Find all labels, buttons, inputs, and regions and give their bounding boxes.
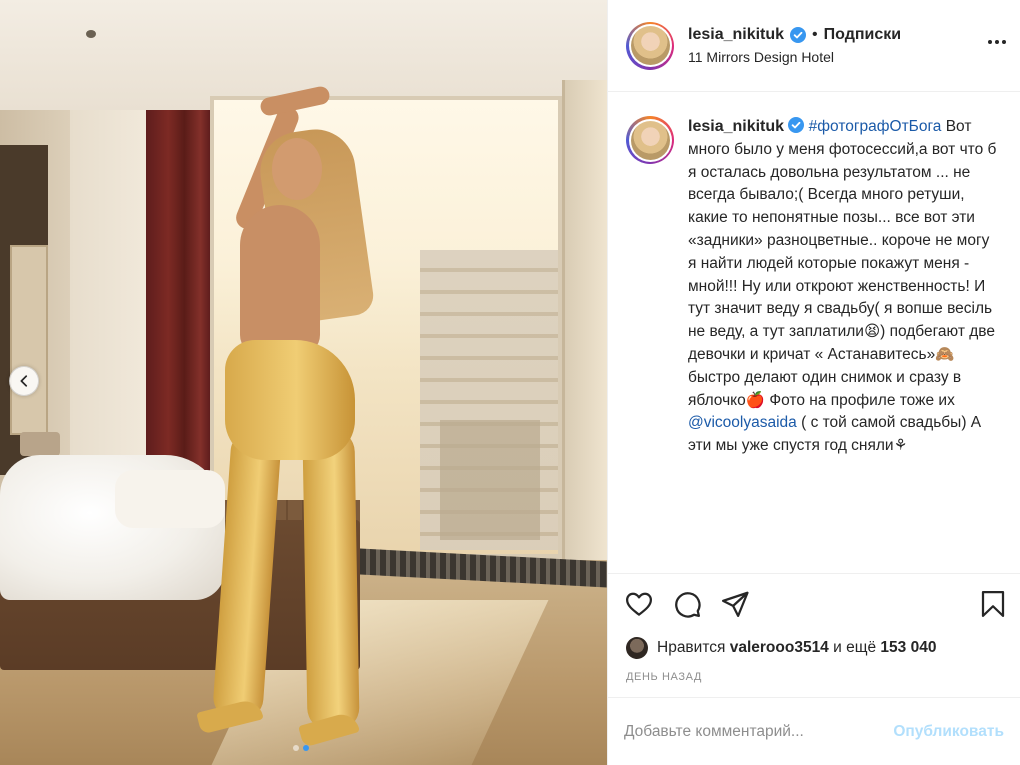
photo-curtain — [146, 110, 210, 480]
header-title-line: lesia_nikituk • Подписки — [688, 26, 901, 44]
photo-mirror — [562, 80, 607, 580]
author-avatar[interactable] — [626, 21, 674, 70]
instagram-post: lesia_nikituk • Подписки 11 Mirrors Desi… — [0, 0, 1020, 765]
header-separator: • — [812, 26, 818, 43]
likes-prefix: Нравится — [657, 639, 726, 656]
avatar-image — [630, 120, 670, 160]
avatar-border — [628, 118, 672, 162]
carousel-indicator — [293, 745, 309, 751]
post-caption: lesia_nikituk #фотографОтБога Вот много … — [688, 116, 998, 573]
post-photo[interactable] — [0, 0, 607, 765]
send-icon[interactable] — [720, 589, 750, 619]
heart-icon[interactable] — [624, 589, 654, 619]
likes-text: Нравится valerooo3514 и ещё 153 040 — [657, 639, 936, 657]
photo-ceiling-light — [86, 30, 96, 38]
verified-badge-icon — [790, 27, 807, 43]
avatar-image — [630, 26, 670, 65]
post-actions — [608, 573, 1020, 633]
photo-pillow — [115, 470, 225, 528]
caption-username[interactable]: lesia_nikituk — [688, 118, 784, 135]
photo-wall-frame — [10, 245, 48, 435]
chevron-left-icon — [20, 375, 28, 387]
header-text: lesia_nikituk • Подписки 11 Mirrors Desi… — [688, 26, 901, 65]
more-options-icon[interactable] — [988, 40, 1006, 44]
more-dot — [988, 40, 992, 44]
photo-figure-leg-right — [302, 429, 360, 731]
photo-figure-head — [272, 138, 322, 200]
more-dot — [1002, 40, 1006, 44]
liker-avatar[interactable] — [626, 637, 648, 659]
follow-button[interactable]: Подписки — [824, 26, 901, 44]
caption-text: Вот много было у меня фотосессий,а вот ч… — [688, 118, 997, 409]
post-location[interactable]: 11 Mirrors Design Hotel — [688, 49, 901, 65]
photo-figure-hips — [225, 340, 355, 460]
bookmark-icon[interactable] — [978, 589, 1008, 619]
more-dot — [995, 40, 999, 44]
caption-section: lesia_nikituk #фотографОтБога Вот много … — [608, 92, 1020, 573]
caption-hashtag[interactable]: #фотографОтБога — [809, 118, 942, 135]
caption-mention[interactable]: @vicoolyasaida — [688, 414, 797, 431]
avatar-border — [628, 24, 672, 67]
likes-middle: и ещё — [833, 639, 877, 656]
carousel-dot-active — [303, 745, 309, 751]
comment-icon[interactable] — [672, 589, 702, 619]
caption-author-avatar[interactable] — [626, 116, 674, 164]
publish-button[interactable]: Опубликовать — [893, 723, 1004, 741]
photo-lamp — [20, 432, 60, 456]
carousel-prev-button[interactable] — [9, 366, 39, 396]
comment-input[interactable] — [624, 722, 894, 741]
likes-count[interactable]: 153 040 — [880, 639, 936, 656]
liker-username[interactable]: valerooo3514 — [730, 639, 829, 656]
post-header: lesia_nikituk • Подписки 11 Mirrors Desi… — [608, 0, 1020, 92]
photo-figure-torso — [240, 205, 320, 355]
post-sidebar: lesia_nikituk • Подписки 11 Mirrors Desi… — [607, 0, 1020, 765]
carousel-dot — [293, 745, 299, 751]
comment-form: Опубликовать — [608, 697, 1020, 765]
post-timestamp[interactable]: ДЕНЬ НАЗАД — [608, 663, 1020, 697]
verified-badge-icon — [788, 117, 805, 133]
likes-row: Нравится valerooo3514 и ещё 153 040 — [608, 633, 1020, 663]
author-username[interactable]: lesia_nikituk — [688, 26, 784, 44]
